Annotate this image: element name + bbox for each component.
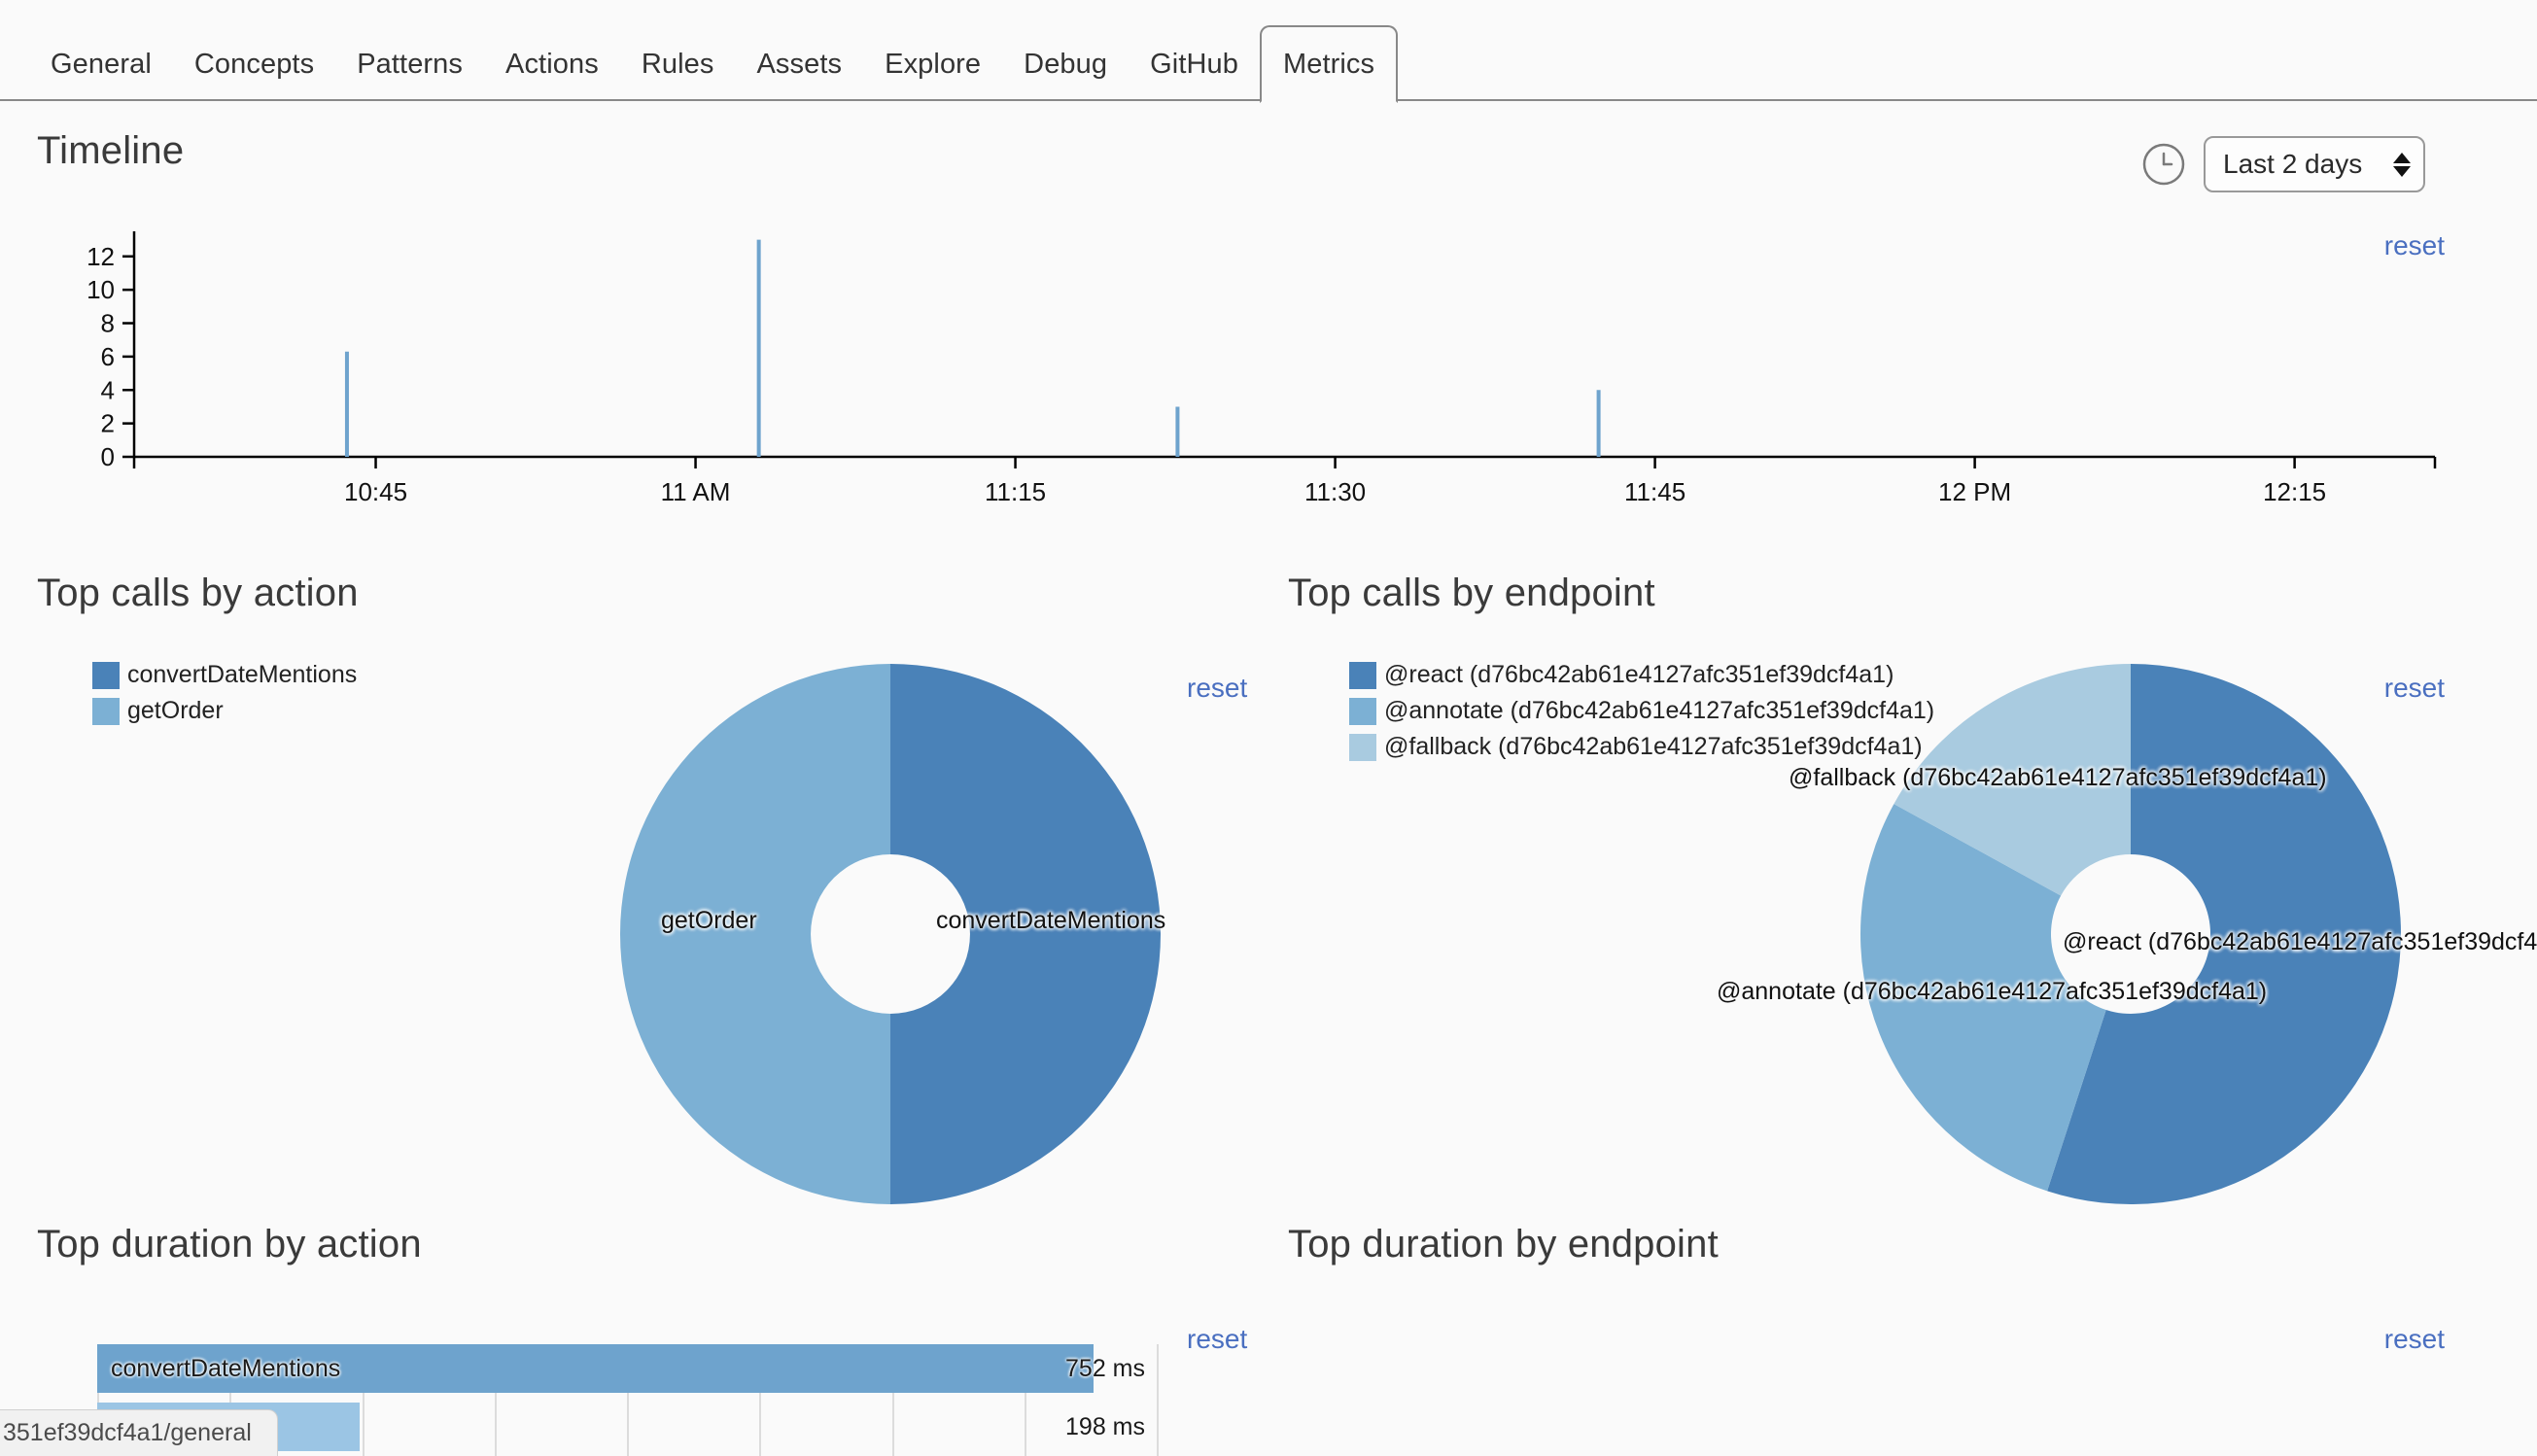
legend-swatch-icon xyxy=(1349,661,1376,689)
top-calls-by-action-reset-link[interactable]: reset xyxy=(1187,673,1247,704)
top-calls-by-endpoint-legend-item[interactable]: @annotate (d76bc42ab61e4127afc351ef39dcf… xyxy=(1349,694,1934,728)
tab-rules[interactable]: Rules xyxy=(620,27,736,101)
top-duration-by-endpoint-title: Top duration by endpoint xyxy=(1288,1223,1719,1265)
timeline-y-tick-label: 0 xyxy=(101,442,115,471)
tab-label: Metrics xyxy=(1282,48,1375,80)
tab-label: Explore xyxy=(885,48,982,80)
tab-github[interactable]: GitHub xyxy=(1129,27,1260,101)
top-calls-by-action-slice[interactable] xyxy=(620,664,890,1204)
timeline-y-tick-label: 10 xyxy=(87,275,115,304)
top-calls-by-endpoint-title: Top calls by endpoint xyxy=(1288,572,1655,614)
legend-swatch-icon xyxy=(1349,697,1376,725)
bar-value-label: 752 ms xyxy=(1065,1354,1145,1382)
timeline-x-tick-label: 12:15 xyxy=(2263,477,2326,505)
timeline-x-tick-label: 10:45 xyxy=(344,477,407,505)
time-range-picker: Last 2 days xyxy=(2141,136,2425,192)
top-calls-by-endpoint-legend-item[interactable]: @react (d76bc42ab61e4127afc351ef39dcf4a1… xyxy=(1349,658,1934,692)
tab-label: Concepts xyxy=(193,48,315,80)
legend-swatch-icon xyxy=(1349,733,1376,761)
bar-value-label: 198 ms xyxy=(1065,1412,1145,1440)
tab-actions[interactable]: Actions xyxy=(484,27,620,101)
legend-swatch-icon xyxy=(92,697,120,725)
timeline-x-tick-label: 11:15 xyxy=(985,477,1046,505)
timeline-y-tick-label: 6 xyxy=(101,342,115,371)
tab-label: Rules xyxy=(641,48,714,80)
legend-label: @fallback (d76bc42ab61e4127afc351ef39dcf… xyxy=(1384,733,1923,760)
bar-category-label: convertDateMentions xyxy=(111,1354,341,1382)
timeline-x-tick-label: 12 PM xyxy=(1938,477,2011,505)
bar-chart-gridline xyxy=(1157,1344,1159,1456)
top-duration-by-endpoint-reset-link[interactable]: reset xyxy=(2384,1324,2445,1355)
clock-icon xyxy=(2142,143,2185,186)
timeline-y-tick-label: 4 xyxy=(101,375,115,404)
tab-bar: General Concepts Patterns Actions Rules Asset… xyxy=(0,0,2537,103)
tab-label: GitHub xyxy=(1150,48,1238,80)
tab-concepts[interactable]: Concepts xyxy=(173,27,335,101)
timeline-x-tick-label: 11:30 xyxy=(1304,477,1366,505)
timeline-y-tick-label: 2 xyxy=(101,409,115,438)
timeline-x-tick-label: 11:45 xyxy=(1624,477,1686,505)
browser-status-bar: 351ef39dcf4a1/general xyxy=(0,1409,278,1456)
tab-label: Debug xyxy=(1024,48,1108,80)
timeline-y-tick-label: 8 xyxy=(101,309,115,338)
tab-debug[interactable]: Debug xyxy=(1002,27,1129,101)
tab-metrics[interactable]: Metrics xyxy=(1259,25,1399,103)
legend-label: @annotate (d76bc42ab61e4127afc351ef39dcf… xyxy=(1384,697,1935,724)
tab-label: Actions xyxy=(505,48,599,80)
timeline-y-tick-label: 12 xyxy=(87,242,115,271)
tab-label: Patterns xyxy=(357,48,464,80)
timeline-x-tick-label: 11 AM xyxy=(661,477,731,505)
tab-list: General Concepts Patterns Actions Rules Asset… xyxy=(29,25,1399,103)
top-calls-by-action-title: Top calls by action xyxy=(37,572,359,614)
tab-label: General xyxy=(51,48,152,80)
tab-assets[interactable]: Assets xyxy=(735,27,863,101)
top-calls-by-action-legend: convertDateMentions getOrder xyxy=(92,658,357,730)
legend-swatch-icon xyxy=(92,661,120,689)
top-calls-by-endpoint-legend-item[interactable]: @fallback (d76bc42ab61e4127afc351ef39dcf… xyxy=(1349,730,1934,764)
time-range-select[interactable]: Last 2 days xyxy=(2204,136,2425,192)
metrics-page: General Concepts Patterns Actions Rules Asset… xyxy=(0,0,2537,1456)
tab-label: Assets xyxy=(756,48,843,80)
top-calls-by-action-legend-item[interactable]: convertDateMentions xyxy=(92,658,357,692)
time-range-value: Last 2 days xyxy=(2223,149,2363,179)
top-calls-by-action-legend-item[interactable]: getOrder xyxy=(92,694,357,728)
tab-patterns[interactable]: Patterns xyxy=(335,27,484,101)
legend-label: @react (d76bc42ab61e4127afc351ef39dcf4a1… xyxy=(1384,661,1894,688)
timeline-chart[interactable]: 0 2 4 6 8 10 12 10:45 11 AM 11:15 11:30 11:45 12 PM 1… xyxy=(0,224,2459,505)
page-title: Timeline xyxy=(37,129,185,172)
status-bar-text: 351ef39dcf4a1/general xyxy=(3,1419,252,1446)
top-calls-by-action-donut[interactable] xyxy=(618,662,1163,1206)
legend-label: getOrder xyxy=(127,697,224,724)
legend-label: convertDateMentions xyxy=(127,661,358,688)
top-calls-by-endpoint-donut[interactable] xyxy=(1859,662,2403,1206)
top-duration-by-action-reset-link[interactable]: reset xyxy=(1187,1324,1247,1355)
stepper-arrows-icon[interactable] xyxy=(2392,152,2412,177)
tab-general[interactable]: General xyxy=(29,27,173,101)
bar-row[interactable]: convertDateMentions 752 ms xyxy=(97,1344,1157,1393)
tab-explore[interactable]: Explore xyxy=(863,27,1002,101)
top-calls-by-action-slice[interactable] xyxy=(890,664,1161,1204)
top-calls-by-endpoint-legend: @react (d76bc42ab61e4127afc351ef39dcf4a1… xyxy=(1349,658,1934,766)
top-duration-by-action-title: Top duration by action xyxy=(37,1223,422,1265)
